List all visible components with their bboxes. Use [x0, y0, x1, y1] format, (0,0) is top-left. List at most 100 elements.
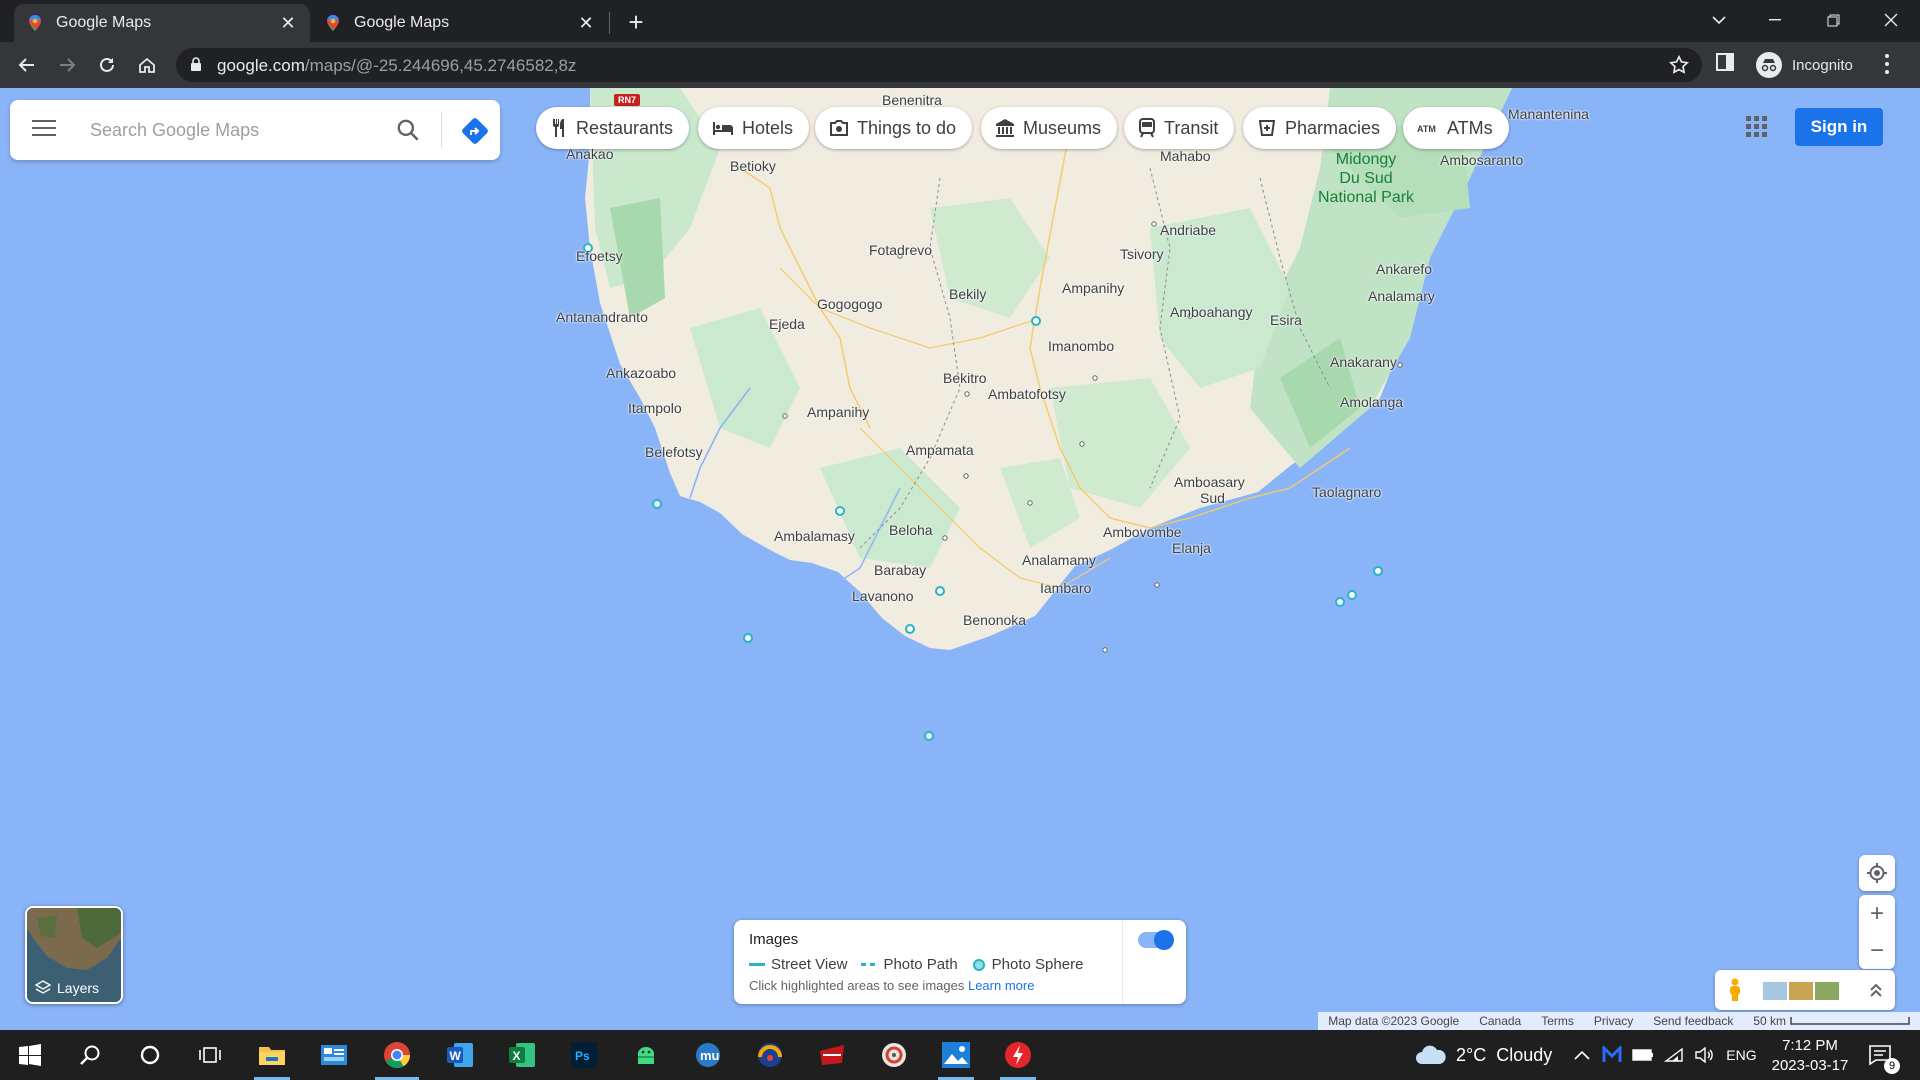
android-icon[interactable] [618, 1030, 674, 1080]
photos-icon[interactable] [928, 1030, 984, 1080]
place-label[interactable]: Ambosaranto [1440, 152, 1523, 168]
chip-things-to-do[interactable]: Things to do [815, 107, 973, 149]
address-bar[interactable]: google.com/maps/@-25.244696,45.2746582,8… [176, 48, 1702, 82]
imagery-thumbnails[interactable] [1763, 982, 1841, 1000]
place-label[interactable]: Sud [1200, 490, 1225, 506]
task-view-icon[interactable] [182, 1030, 238, 1080]
google-apps-icon[interactable] [1746, 116, 1768, 138]
place-label[interactable]: Benenitra [882, 92, 942, 108]
images-toggle[interactable] [1138, 930, 1174, 950]
close-tab-icon[interactable]: ✕ [576, 13, 596, 33]
weather-text[interactable]: 2°C Cloudy [1456, 1045, 1552, 1066]
forward-button[interactable] [51, 49, 83, 81]
place-label[interactable]: Benonoka [963, 612, 1026, 628]
start-icon[interactable] [2, 1030, 58, 1080]
place-label[interactable]: Anakarany [1330, 354, 1397, 370]
place-label[interactable]: Mahabo [1160, 148, 1211, 164]
url-text[interactable]: google.com/maps/@-25.244696,45.2746582,8… [217, 56, 576, 76]
place-label[interactable]: Amboasary [1174, 474, 1245, 490]
flash-icon[interactable] [990, 1030, 1046, 1080]
place-label[interactable]: Ambovombe [1103, 524, 1182, 540]
reload-button[interactable] [91, 49, 123, 81]
place-label[interactable]: Ejeda [769, 316, 805, 332]
park-label[interactable]: Midongy Du Sud National Park [1318, 150, 1414, 207]
control-panel-icon[interactable] [306, 1030, 362, 1080]
wifi-icon[interactable] [1664, 1047, 1684, 1063]
place-label[interactable]: Tsivory [1120, 246, 1164, 262]
place-label[interactable]: Ambatofotsy [988, 386, 1066, 402]
send-feedback-link[interactable]: Send feedback [1653, 1014, 1733, 1028]
place-label[interactable]: Taolagnaro [1312, 484, 1381, 500]
hamburger-menu-icon[interactable] [32, 118, 56, 138]
place-label[interactable]: Analamary [1368, 288, 1435, 304]
chip-hotels[interactable]: Hotels [698, 107, 810, 149]
expand-chevron-icon[interactable] [1869, 982, 1883, 998]
pegman-icon[interactable] [1727, 978, 1743, 1002]
incognito-profile-button[interactable]: Incognito [1756, 49, 1853, 81]
mu-icon[interactable]: mu [680, 1030, 736, 1080]
scale-label[interactable]: 50 km [1753, 1014, 1786, 1028]
place-label[interactable]: Antanandranto [556, 309, 648, 325]
place-label[interactable]: Lavanono [852, 588, 914, 604]
chip-museums[interactable]: Museums [981, 107, 1118, 149]
volume-icon[interactable] [1694, 1047, 1714, 1063]
place-label[interactable]: Analamamy [1022, 552, 1096, 568]
back-button[interactable] [11, 49, 43, 81]
place-label[interactable]: Bekily [949, 286, 986, 302]
place-label[interactable]: Belefotsy [645, 444, 703, 460]
privacy-link[interactable]: Privacy [1594, 1014, 1633, 1028]
clock[interactable]: 7:12 PM 2023-03-17 [1766, 1036, 1854, 1076]
place-label[interactable]: Iambaro [1040, 580, 1091, 596]
place-label[interactable]: Bekitro [943, 370, 987, 386]
battery-icon[interactable] [1632, 1048, 1654, 1062]
restore-button[interactable] [1810, 4, 1856, 36]
media-icon[interactable] [866, 1030, 922, 1080]
cortana-icon[interactable] [122, 1030, 178, 1080]
map-canvas[interactable]: RN7 Benenitra Betioky Mahabo Andriabe Am… [0, 88, 1920, 1030]
file-explorer-icon[interactable] [244, 1030, 300, 1080]
sign-in-button[interactable]: Sign in [1795, 108, 1883, 146]
bookmark-star-icon[interactable] [1668, 54, 1690, 76]
place-label[interactable]: Imanombo [1048, 338, 1114, 354]
chip-restaurants[interactable]: Restaurants [536, 107, 690, 149]
chip-pharmacies[interactable]: Pharmacies [1243, 107, 1397, 149]
place-label[interactable]: Esira [1270, 312, 1302, 328]
place-label[interactable]: Ampamata [906, 442, 974, 458]
side-panel-icon[interactable] [1716, 53, 1734, 71]
my-location-button[interactable] [1859, 855, 1895, 891]
place-label[interactable]: Barabay [874, 562, 926, 578]
zoom-in-button[interactable]: + [1859, 895, 1895, 932]
new-tab-button[interactable]: + [622, 8, 650, 36]
malwarebytes-icon[interactable] [1602, 1046, 1622, 1064]
home-button[interactable] [131, 49, 163, 81]
directions-icon[interactable] [460, 116, 490, 146]
zoom-out-button[interactable]: − [1859, 932, 1895, 969]
place-label[interactable]: Ampanihy [1062, 280, 1124, 296]
minimize-button[interactable] [1752, 4, 1798, 36]
excel-icon[interactable]: X [494, 1030, 550, 1080]
place-label[interactable]: Efoetsy [576, 248, 623, 264]
search-icon[interactable] [395, 117, 421, 143]
word-icon[interactable]: W [432, 1030, 488, 1080]
place-label[interactable]: Beloha [889, 522, 933, 538]
close-window-button[interactable] [1868, 4, 1914, 36]
photoshop-icon[interactable]: Ps [556, 1030, 612, 1080]
browser-tab-active[interactable]: Google Maps ✕ [14, 4, 310, 42]
place-label[interactable]: Betioky [730, 158, 776, 174]
game-icon[interactable] [804, 1030, 860, 1080]
tab-search-icon[interactable] [1696, 4, 1742, 36]
chevron-up-icon[interactable] [1574, 1050, 1590, 1060]
search-icon[interactable] [62, 1030, 118, 1080]
learn-more-link[interactable]: Learn more [968, 978, 1034, 993]
browser-tab[interactable]: Google Maps ✕ [312, 4, 608, 42]
place-label[interactable]: Gogogogo [817, 296, 882, 312]
chrome-icon[interactable] [369, 1030, 425, 1080]
layers-button[interactable]: Layers [25, 906, 123, 1004]
place-label[interactable]: Ampanihy [807, 404, 869, 420]
place-label[interactable]: Amolanga [1340, 394, 1403, 410]
lock-icon[interactable] [190, 57, 202, 72]
country-link[interactable]: Canada [1479, 1014, 1521, 1028]
chip-transit[interactable]: Transit [1124, 107, 1235, 149]
place-label[interactable]: Fotadrevo [869, 242, 932, 258]
close-tab-icon[interactable]: ✕ [278, 13, 298, 33]
